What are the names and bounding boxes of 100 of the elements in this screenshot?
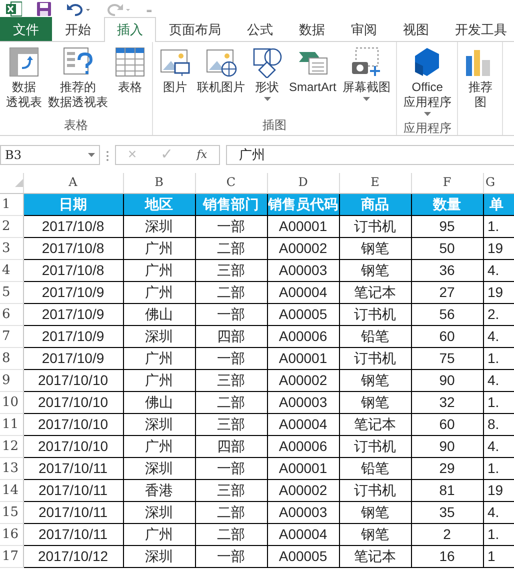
table-cell: A00004: [267, 281, 339, 303]
ribbon-tab[interactable]: 开发工具: [442, 17, 514, 41]
column-header[interactable]: D: [267, 173, 339, 193]
table-cell: A00003: [267, 259, 339, 281]
row-header[interactable]: 4: [0, 259, 23, 281]
row-header[interactable]: 1: [0, 193, 23, 215]
ribbon-button[interactable]: SmartArt: [286, 42, 340, 117]
row-header[interactable]: 10: [0, 391, 23, 413]
ribbon-tab[interactable]: 数据: [286, 17, 338, 41]
row-header[interactable]: 3: [0, 237, 23, 259]
table-cell: 订书机: [339, 303, 411, 325]
table-cell: 2017/10/11: [23, 479, 123, 501]
customize-button[interactable]: ₌: [146, 0, 152, 18]
table-cell: 二部: [195, 237, 267, 259]
column-header[interactable]: E: [339, 173, 411, 193]
group-label: 应用程序: [402, 120, 452, 135]
ribbon-button[interactable]: 表格: [111, 42, 149, 117]
name-box[interactable]: B3: [0, 145, 100, 165]
table-cell: 广州: [123, 259, 195, 281]
table-cell: 32: [411, 391, 483, 413]
table-cell: 铅笔: [339, 457, 411, 479]
undo-icon: [66, 2, 92, 16]
table-cell: 佛山: [123, 303, 195, 325]
table-cell: A00003: [267, 391, 339, 413]
column-header[interactable]: C: [195, 173, 267, 193]
row-header[interactable]: 17: [0, 545, 23, 567]
row-header[interactable]: 7: [0, 325, 23, 347]
table-cell: 95: [411, 215, 483, 237]
table-cell: 二部: [195, 391, 267, 413]
table-cell: 2017/10/10: [23, 413, 123, 435]
ribbon-tab[interactable]: 页面布局: [156, 17, 234, 41]
row-header[interactable]: 16: [0, 523, 23, 545]
table-cell: 订书机: [339, 347, 411, 369]
table-cell: 一部: [195, 545, 267, 567]
grip-icon: [106, 150, 109, 162]
table-cell: 60: [411, 325, 483, 347]
table-header: 数量: [411, 193, 483, 215]
table-cell: A00001: [267, 457, 339, 479]
ribbon-button[interactable]: 推荐 图: [461, 42, 500, 117]
table-cell: 钢笔: [339, 391, 411, 413]
ribbon-tab[interactable]: 公式: [234, 17, 286, 41]
table-cell: 35: [411, 501, 483, 523]
table-cell: 2017/10/8: [23, 259, 123, 281]
row-header[interactable]: 2: [0, 215, 23, 237]
row-header[interactable]: 6: [0, 303, 23, 325]
table-cell: A00005: [267, 545, 339, 567]
ribbon-tab[interactable]: 插入: [104, 17, 156, 42]
table-cell: A00005: [267, 303, 339, 325]
row-header[interactable]: 13: [0, 457, 23, 479]
table-cell: 90: [411, 435, 483, 457]
table-cell: 三部: [195, 369, 267, 391]
ribbon-button[interactable]: 形状: [248, 42, 286, 117]
table-cell: 2017/10/9: [23, 347, 123, 369]
table-cell: A00002: [267, 237, 339, 259]
ribbon-tab[interactable]: 开始: [52, 17, 104, 41]
table-cell: 16: [411, 545, 483, 567]
table-cell: 2017/10/10: [23, 435, 123, 457]
table-cell: 2017/10/11: [23, 457, 123, 479]
column-header[interactable]: A: [23, 173, 123, 193]
redo-icon: [106, 2, 132, 16]
row-header[interactable]: 12: [0, 435, 23, 457]
file-tab[interactable]: 文件: [0, 17, 52, 41]
table-cell: 75: [411, 347, 483, 369]
table-cell: 订书机: [339, 435, 411, 457]
table-cell: 2017/10/9: [23, 281, 123, 303]
row-header[interactable]: 8: [0, 347, 23, 369]
table-cell: 铅笔: [339, 325, 411, 347]
ribbon-tab[interactable]: 视图: [390, 17, 442, 41]
table-cell: 三部: [195, 413, 267, 435]
table-cell: A00001: [267, 215, 339, 237]
column-header[interactable]: G: [483, 173, 514, 193]
table-cell: 2017/10/10: [23, 391, 123, 413]
table-header: 商品: [339, 193, 411, 215]
insert-function-button[interactable]: fx: [196, 146, 208, 164]
ribbon-button[interactable]: 图片: [156, 42, 194, 117]
table-cell: 90: [411, 369, 483, 391]
column-header[interactable]: F: [411, 173, 483, 193]
ribbon-button[interactable]: 数据 透视表: [3, 42, 45, 117]
table-cell: 60: [411, 413, 483, 435]
row-header[interactable]: 15: [0, 501, 23, 523]
table-cell: 二部: [195, 281, 267, 303]
row-header[interactable]: 5: [0, 281, 23, 303]
ribbon-button[interactable]: Office 应用程序: [400, 42, 454, 120]
row-header[interactable]: 14: [0, 479, 23, 501]
row-header[interactable]: 9: [0, 369, 23, 391]
table-cell: 四部: [195, 325, 267, 347]
table-cell: 笔记本: [339, 281, 411, 303]
table-cell: A00002: [267, 369, 339, 391]
ribbon-button[interactable]: 推荐的 数据透视表: [45, 42, 111, 117]
table-cell: 广州: [123, 281, 195, 303]
ribbon-button[interactable]: 联机图片: [194, 42, 248, 117]
ribbon-button[interactable]: 屏幕截图: [339, 42, 394, 117]
ribbon-tab[interactable]: 审阅: [338, 17, 390, 41]
column-header[interactable]: B: [123, 173, 195, 193]
table-cell: A00004: [267, 413, 339, 435]
table-cell: 29: [411, 457, 483, 479]
formula-field[interactable]: 广州: [226, 145, 514, 165]
table-cell: 二部: [195, 501, 267, 523]
row-header[interactable]: 11: [0, 413, 23, 435]
table-cell: 2017/10/9: [23, 325, 123, 347]
